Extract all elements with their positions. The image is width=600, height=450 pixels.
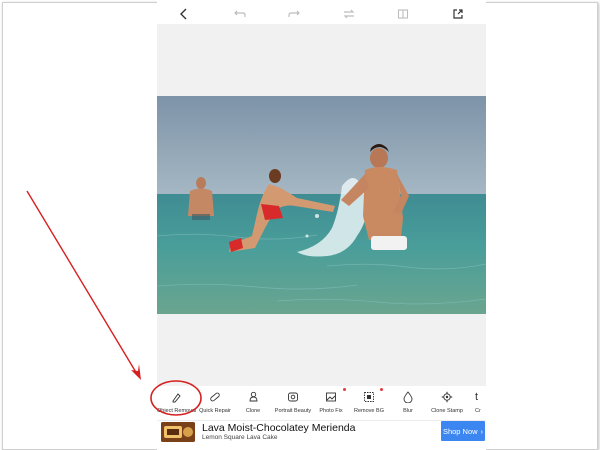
text-icon: t (475, 391, 479, 403)
tool-object-removal[interactable]: Object Removal (157, 390, 197, 420)
chevron-right-icon: › (480, 426, 484, 436)
tool-label: Object Removal (157, 408, 197, 414)
portrait-icon (273, 390, 313, 404)
ad-product-image (161, 422, 195, 442)
gear-icon (427, 390, 467, 404)
shop-now-label: Shop Now (442, 426, 478, 436)
new-badge-dot (380, 388, 383, 391)
export-icon[interactable] (447, 3, 469, 25)
app-screen: Object Removal Quick Repair Clone Portra… (157, 0, 486, 450)
bandage-icon (197, 390, 233, 404)
photo-fix-icon (317, 390, 345, 404)
tool-label: Cr (475, 408, 481, 414)
tool-quick-repair[interactable]: Quick Repair (197, 390, 233, 420)
tool-label: Blur (403, 408, 413, 414)
undo-icon[interactable] (229, 3, 251, 25)
tool-label: Photo Fix (319, 408, 343, 414)
tool-label: Clone Stamp (431, 408, 463, 414)
tool-remove-bg[interactable]: Remove BG (353, 390, 385, 420)
tool-photo-fix[interactable]: Photo Fix (317, 390, 345, 420)
remove-bg-icon (353, 390, 385, 404)
top-bar (157, 3, 486, 25)
tool-bar: Object Removal Quick Repair Clone Portra… (157, 386, 486, 420)
back-icon[interactable] (173, 3, 195, 25)
tool-label: Quick Repair (199, 408, 231, 414)
editing-canvas[interactable] (157, 24, 486, 386)
split-view-icon[interactable] (392, 3, 414, 25)
ad-banner[interactable]: Lava Moist-Chocolatey Merienda Lemon Squ… (157, 420, 486, 443)
tool-clone-stamp[interactable]: Clone Stamp (427, 390, 467, 420)
tool-label: Portrait Beauty (274, 408, 312, 414)
tool-crop[interactable]: t Cr (475, 390, 486, 420)
blur-drop-icon (395, 390, 421, 404)
shop-now-button[interactable]: Shop Now › (441, 421, 485, 441)
tool-clone[interactable]: Clone (237, 390, 269, 420)
redo-icon[interactable] (283, 3, 305, 25)
eraser-icon (157, 390, 195, 404)
clone-stamp-icon (237, 390, 269, 404)
tool-label: Remove BG (354, 408, 384, 414)
beach-photo[interactable] (157, 96, 486, 314)
tool-blur[interactable]: Blur (395, 390, 421, 420)
compare-icon[interactable] (338, 3, 360, 25)
tool-label: Clone (245, 408, 261, 414)
tool-portrait-beauty[interactable]: Portrait Beauty (273, 390, 313, 420)
ad-title: Lava Moist-Chocolatey Merienda (202, 422, 356, 434)
ad-subtitle: Lemon Square Lava Cake (202, 434, 278, 441)
